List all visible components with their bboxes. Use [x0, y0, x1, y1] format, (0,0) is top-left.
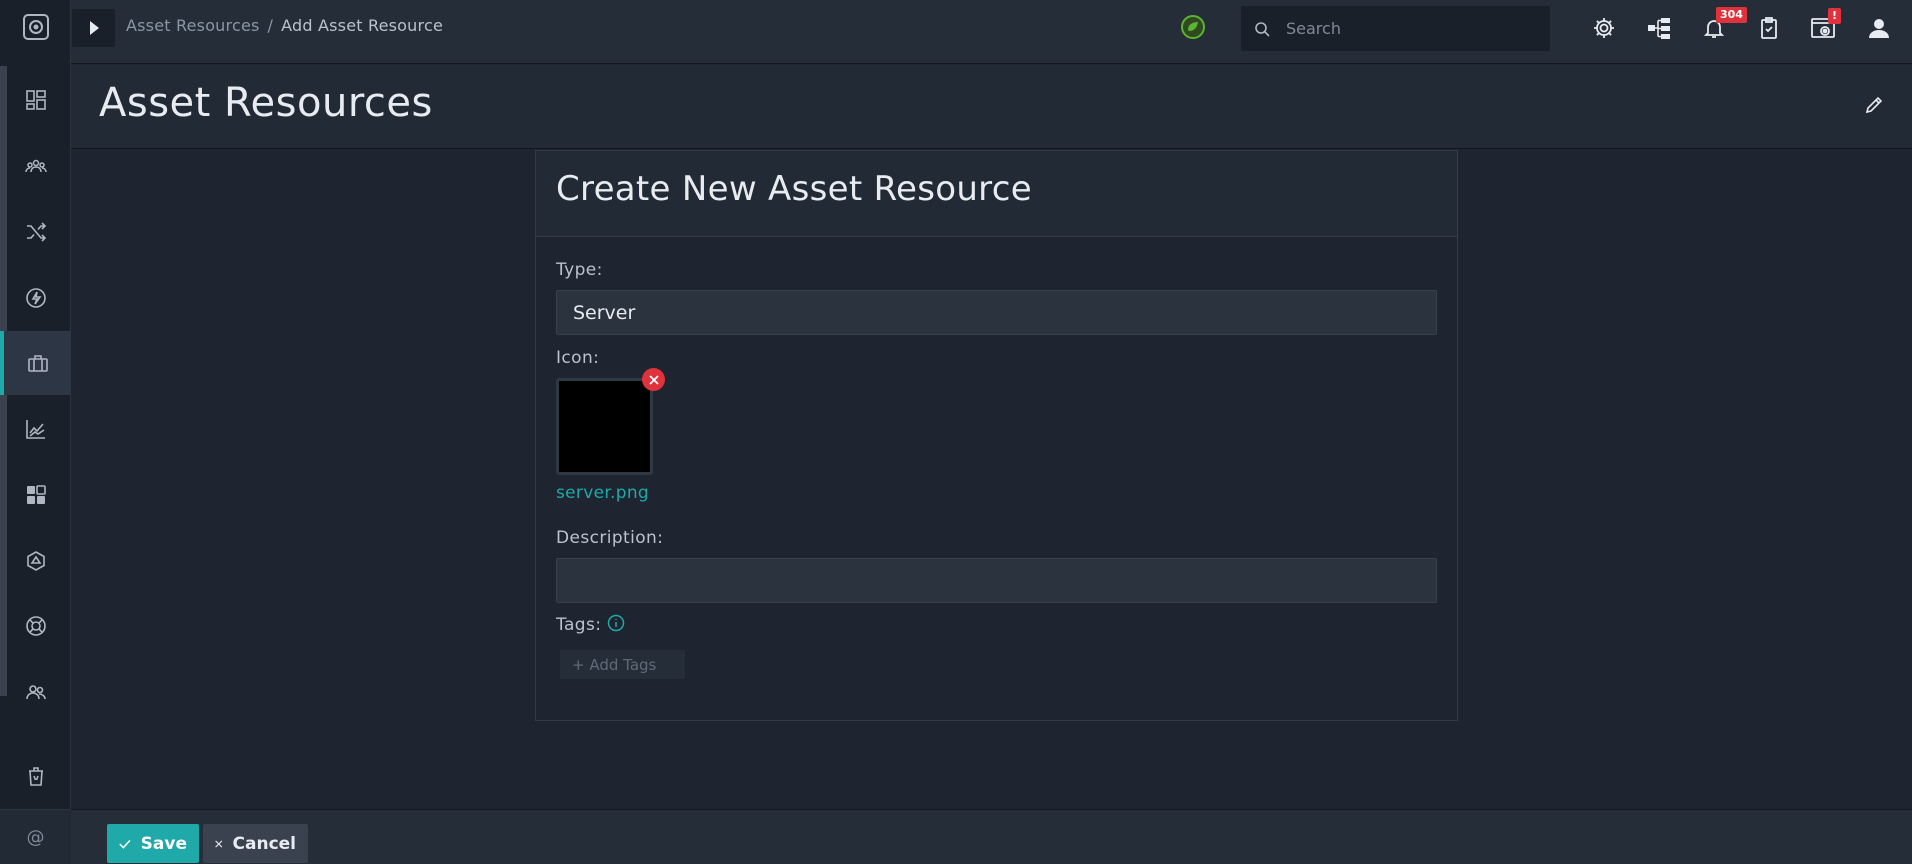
save-button-label: Save: [140, 833, 187, 854]
sidebar-item-security[interactable]: [0, 529, 71, 593]
sidebar-item-analytics[interactable]: [0, 397, 71, 461]
clipboard-check-icon: [1761, 17, 1777, 39]
page-title: Asset Resources: [99, 80, 433, 126]
pencil-icon: [1865, 96, 1883, 114]
info-icon[interactable]: [607, 614, 625, 636]
sidebar-item-workflows[interactable]: [0, 200, 71, 264]
sidebar-item-widgets[interactable]: [0, 463, 71, 527]
form-footer: Save Cancel: [71, 809, 1912, 864]
hexagon-icon: [26, 551, 45, 571]
sidebar-item-people[interactable]: [0, 134, 71, 198]
sidebar-item-dashboard[interactable]: [0, 68, 71, 132]
hierarchy-icon: [1648, 18, 1670, 39]
trash-icon: [28, 767, 43, 786]
top-bar: Asset Resources / Add Asset Resource Sea…: [71, 0, 1912, 64]
search-input[interactable]: [1286, 19, 1516, 38]
breadcrumb-asset-resources[interactable]: Asset Resources: [126, 16, 260, 35]
breadcrumb-separator: /: [267, 16, 274, 35]
play-icon: [89, 21, 99, 35]
chart-line-icon: [25, 420, 45, 439]
description-field[interactable]: [556, 558, 1437, 603]
tags-label-row: Tags:: [556, 614, 1437, 636]
global-search[interactable]: [1241, 6, 1550, 51]
cancel-button-label: Cancel: [232, 833, 296, 854]
expand-sidebar-button[interactable]: [72, 9, 115, 47]
breadcrumb: Asset Resources / Add Asset Resource: [126, 16, 443, 35]
system-status-button[interactable]: !: [1808, 8, 1842, 44]
app-logo[interactable]: [0, 0, 71, 54]
icon-preview: [556, 378, 653, 475]
type-label: Type:: [556, 260, 603, 280]
form-body: Type: Server Icon: server.png Descriptio…: [536, 237, 1457, 702]
widgets-icon: [26, 485, 46, 504]
page-header: Asset Resources: [71, 65, 1912, 149]
user-icon: [1869, 19, 1889, 38]
remove-icon-button[interactable]: [642, 368, 665, 391]
save-button[interactable]: Save: [107, 824, 199, 863]
notification-count-badge: 304: [1716, 7, 1747, 23]
sidebar-item-team[interactable]: [0, 660, 71, 724]
form-header: Create New Asset Resource: [536, 151, 1457, 237]
icon-label: Icon:: [556, 348, 600, 368]
sidebar-item-resources[interactable]: [0, 331, 71, 395]
description-label: Description:: [556, 528, 664, 548]
connection-status[interactable]: [1180, 14, 1206, 44]
status-leaf-icon: [1181, 15, 1205, 39]
breadcrumb-current: Add Asset Resource: [281, 16, 443, 35]
gear-icon: [1594, 18, 1614, 38]
hierarchy-button[interactable]: [1643, 12, 1675, 44]
shuffle-icon: [26, 222, 46, 242]
type-field[interactable]: Server: [556, 290, 1437, 335]
team-icon: [25, 685, 46, 700]
cancel-button[interactable]: Cancel: [203, 824, 308, 863]
form-title: Create New Asset Resource: [556, 169, 1032, 209]
logo-icon: [22, 14, 49, 40]
user-menu-button[interactable]: [1863, 12, 1895, 44]
sidebar-item-recycle-bin[interactable]: [0, 744, 71, 808]
close-icon: [215, 839, 223, 848]
lifebuoy-icon: [25, 616, 46, 636]
system-alert-badge: !: [1828, 8, 1842, 24]
icon-file-link[interactable]: server.png: [556, 483, 1437, 503]
lightning-icon: [25, 288, 46, 308]
users-group-icon: [24, 159, 47, 173]
create-asset-resource-form: Create New Asset Resource Type: Server I…: [535, 150, 1458, 721]
check-icon: [119, 839, 131, 849]
add-tags-input[interactable]: + Add Tags: [560, 650, 685, 679]
notifications-button[interactable]: 304: [1698, 7, 1747, 44]
briefcase-icon: [27, 355, 48, 372]
sidebar-item-automation[interactable]: [0, 266, 71, 330]
icon-upload[interactable]: [556, 368, 665, 478]
edit-page-button[interactable]: [1864, 95, 1884, 119]
dashboard-icon: [25, 90, 46, 110]
sidebar-item-support[interactable]: [0, 594, 71, 658]
sidebar: @: [0, 0, 71, 864]
tasks-button[interactable]: [1753, 12, 1785, 44]
search-icon: [1254, 21, 1270, 37]
tags-label: Tags:: [556, 615, 602, 635]
at-sign-icon[interactable]: @: [0, 809, 71, 864]
settings-button[interactable]: [1588, 12, 1620, 44]
close-icon: [648, 374, 659, 385]
